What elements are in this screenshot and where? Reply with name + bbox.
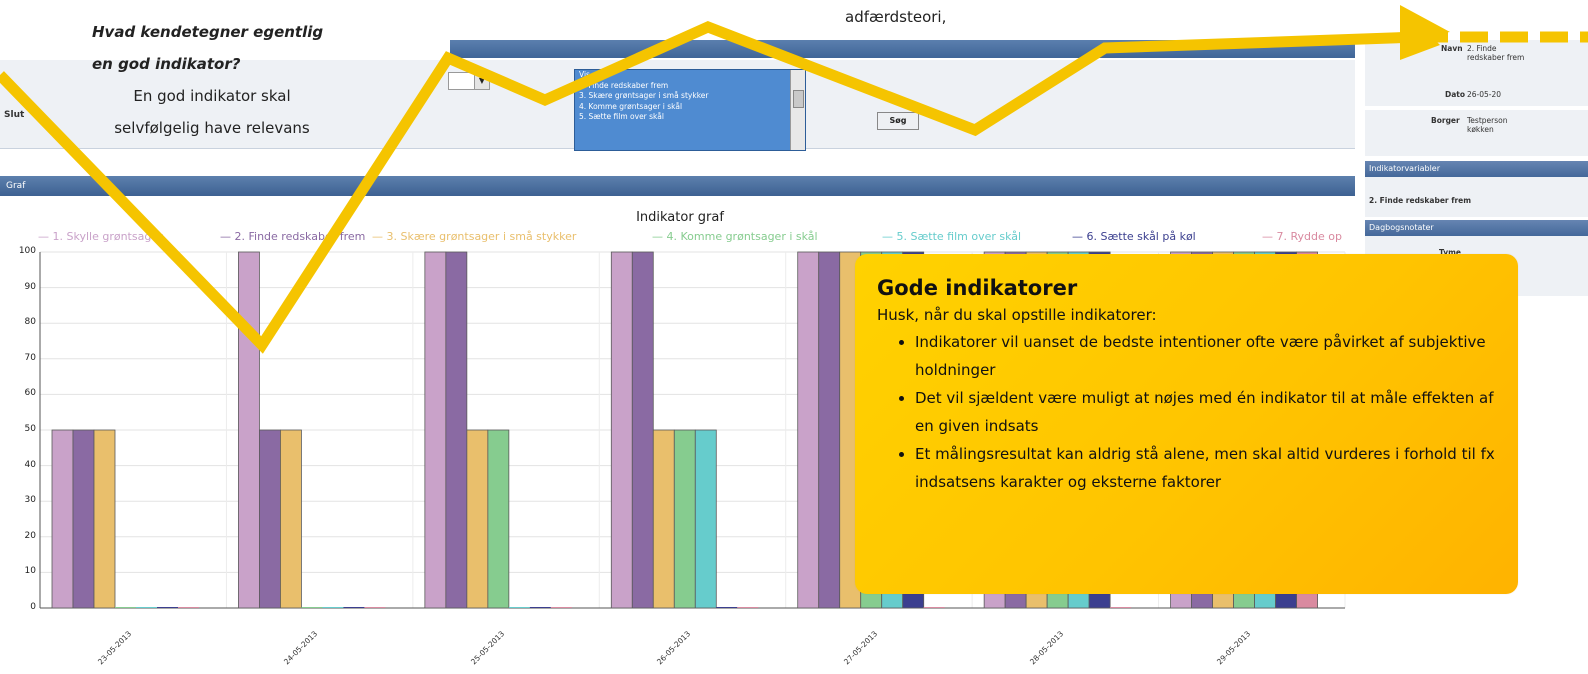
speech-bubble: Hvad kendetegner egentlig en god indikat… <box>92 16 332 144</box>
callout-point: Indikatorer vil uanset de bedste intenti… <box>915 328 1496 384</box>
bubble-question: Hvad kendetegner egentlig en god indikat… <box>92 23 324 73</box>
gode-indikatorer-callout: Gode indikatorer Husk, når du skal opsti… <box>855 254 1518 594</box>
callout-list: Indikatorer vil uanset de bedste intenti… <box>877 328 1496 496</box>
callout-title: Gode indikatorer <box>877 276 1078 300</box>
callout-point: Det vil sjældent være muligt at nøjes me… <box>915 384 1496 440</box>
top-text-snippet: adfærdsteori, <box>845 8 947 26</box>
arrow-head-icon <box>1400 5 1450 60</box>
callout-point: Et målingsresultat kan aldrig stå alene,… <box>915 440 1496 496</box>
callout-lead: Husk, når du skal opstille indikatorer: <box>877 306 1157 324</box>
bubble-body: En god indikator skal selvfølgelig have … <box>114 87 310 137</box>
